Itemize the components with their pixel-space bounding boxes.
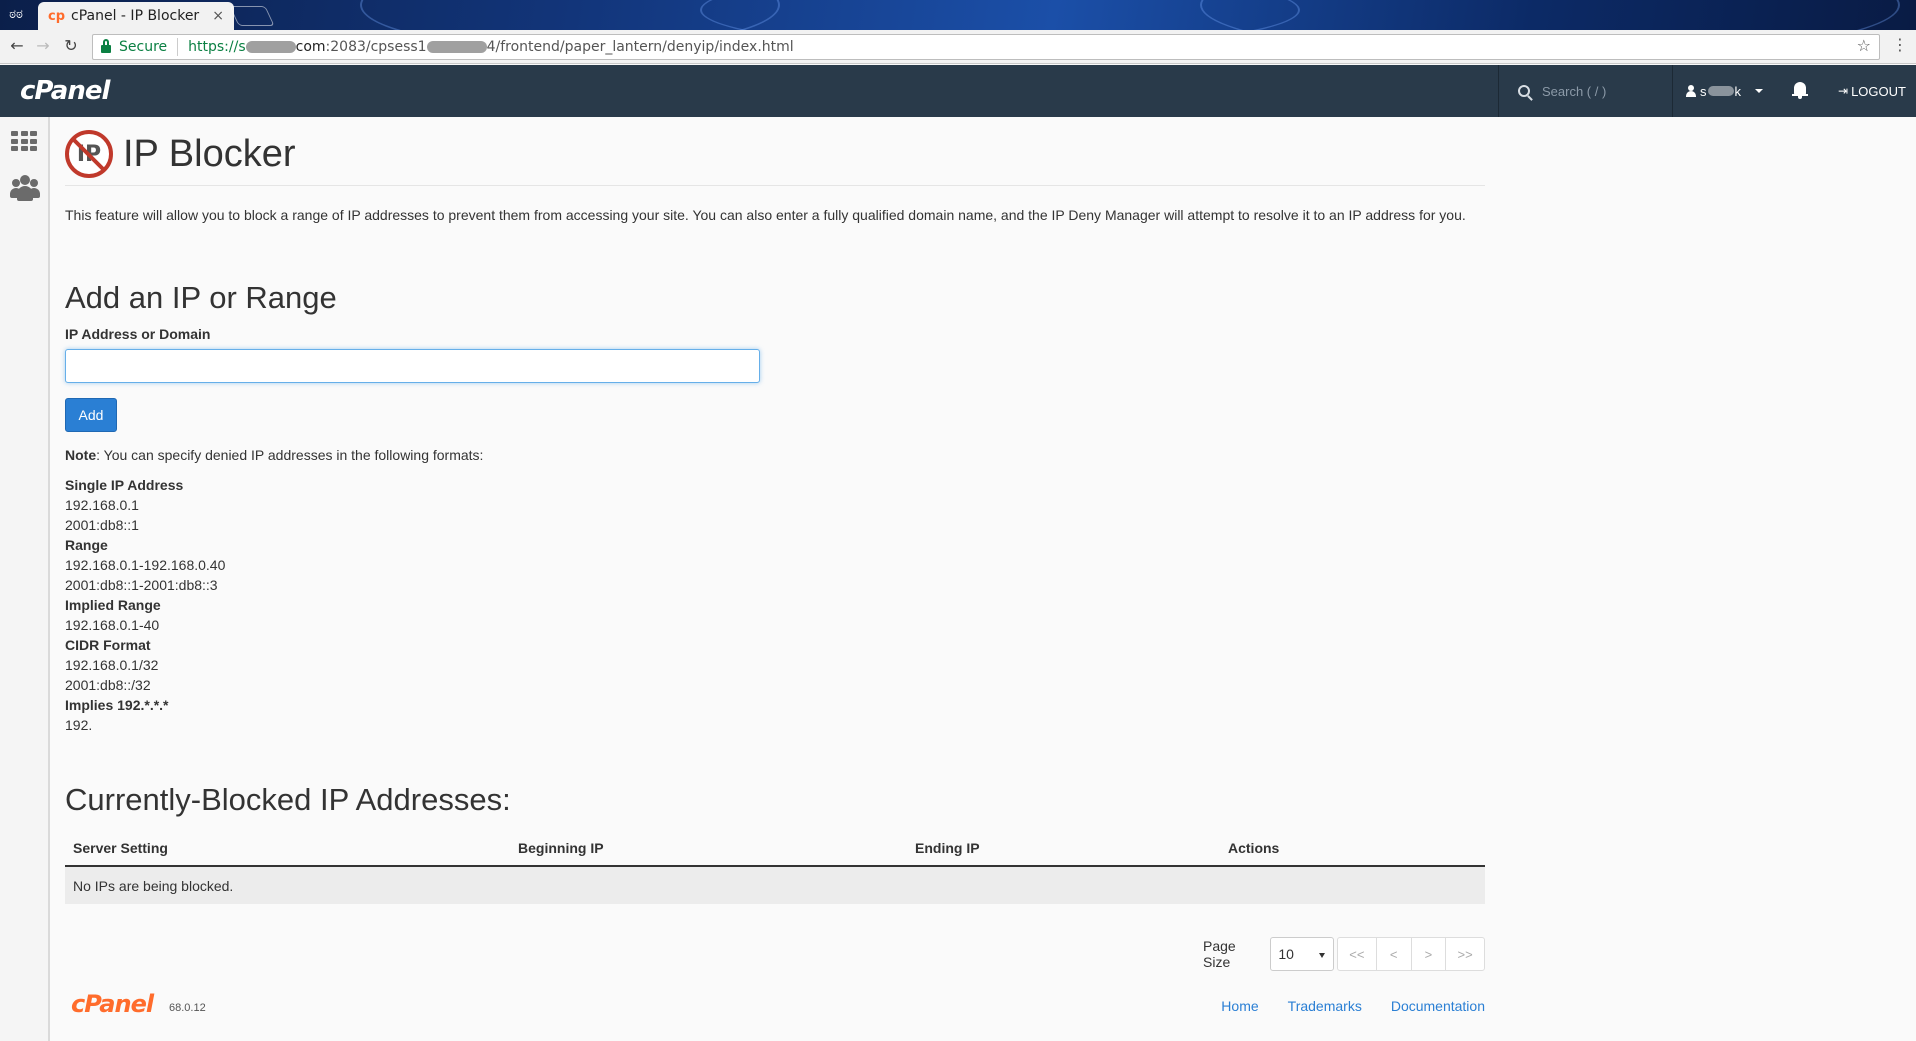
ip-field-label: IP Address or Domain bbox=[65, 326, 211, 342]
footer-cpanel-logo[interactable]: cPanel bbox=[71, 990, 154, 1018]
tab-title: cPanel - IP Blocker bbox=[71, 8, 200, 24]
blocked-heading: Currently-Blocked IP Addresses: bbox=[65, 782, 511, 817]
username-start: s bbox=[1700, 83, 1707, 99]
note-text: Note: You can specify denied IP addresse… bbox=[65, 447, 483, 463]
search-input[interactable] bbox=[1542, 83, 1662, 99]
sidebar bbox=[0, 117, 50, 1041]
format-heading: Implies 192.*.*.* bbox=[65, 697, 169, 713]
format-examples: Single IP Address 192.168.0.1 2001:db8::… bbox=[65, 475, 225, 735]
browser-toolbar: ← → ↻ Secure https://s com:2083/cpsess1 4/… bbox=[0, 30, 1916, 64]
cpanel-favicon-icon: cp bbox=[48, 8, 66, 24]
column-header-beginning-ip[interactable]: Beginning IP bbox=[510, 830, 907, 867]
address-bar[interactable]: Secure https://s com:2083/cpsess1 4/fronte… bbox=[92, 34, 1880, 60]
redacted-block bbox=[426, 41, 487, 53]
new-tab-button[interactable] bbox=[229, 6, 275, 26]
bookmark-star-icon[interactable]: ☆ bbox=[1857, 36, 1871, 55]
format-heading: Single IP Address bbox=[65, 477, 184, 493]
url-domain-end: com bbox=[295, 39, 326, 55]
first-page-button[interactable]: << bbox=[1337, 937, 1377, 971]
users-icon[interactable] bbox=[10, 175, 40, 201]
page-title: IP Blocker bbox=[123, 132, 296, 175]
user-icon bbox=[1686, 85, 1696, 97]
format-example: 2001:db8::/32 bbox=[65, 677, 151, 693]
user-menu[interactable]: sk bbox=[1686, 65, 1763, 117]
username-end: k bbox=[1734, 83, 1742, 99]
redacted-block bbox=[245, 41, 296, 53]
note-body: : You can specify denied IP addresses in… bbox=[96, 447, 484, 463]
blocked-ips-table: Server Setting Beginning IP Ending IP Ac… bbox=[65, 830, 1485, 904]
incognito-icon[interactable]: ಠಠ bbox=[6, 6, 26, 24]
page-size-label: Page Size bbox=[1203, 938, 1236, 970]
reload-icon[interactable]: ↻ bbox=[60, 35, 82, 57]
url-scheme: https://s bbox=[188, 39, 246, 55]
notifications-bell-icon[interactable] bbox=[1792, 82, 1808, 100]
column-header-actions: Actions bbox=[1220, 830, 1485, 867]
add-ip-heading: Add an IP or Range bbox=[65, 280, 337, 315]
format-example: 192. bbox=[65, 717, 93, 733]
last-page-button[interactable]: >> bbox=[1445, 937, 1486, 971]
lock-icon bbox=[101, 38, 111, 53]
tab-close-icon[interactable]: × bbox=[212, 8, 224, 24]
format-example: 2001:db8::1 bbox=[65, 517, 139, 533]
cpanel-logo[interactable]: cPanel bbox=[20, 76, 110, 106]
empty-table-message: No IPs are being blocked. bbox=[65, 866, 1485, 904]
divider bbox=[65, 185, 1485, 186]
logout-icon: ⇥ bbox=[1838, 84, 1849, 98]
page-size-select[interactable]: 10 bbox=[1270, 937, 1335, 971]
url-path: :2083/cpsess1 bbox=[325, 39, 427, 55]
format-heading: Implied Range bbox=[65, 597, 161, 613]
version-text: 68.0.12 bbox=[169, 1002, 206, 1014]
column-header-ending-ip[interactable]: Ending IP bbox=[907, 830, 1220, 867]
format-example: 192.168.0.1 bbox=[65, 497, 139, 513]
browser-menu-icon[interactable]: ⋮ bbox=[1892, 35, 1908, 54]
next-page-button[interactable]: > bbox=[1410, 937, 1447, 971]
table-header-row: Server Setting Beginning IP Ending IP Ac… bbox=[65, 830, 1485, 867]
ip-address-input[interactable] bbox=[65, 349, 760, 383]
logout-button[interactable]: ⇥ LOGOUT bbox=[1838, 65, 1906, 117]
footer-link-home[interactable]: Home bbox=[1221, 998, 1258, 1014]
note-label: Note bbox=[65, 447, 97, 463]
redacted-block bbox=[1707, 86, 1734, 96]
format-example: 192.168.0.1/32 bbox=[65, 657, 159, 673]
chevron-down-icon bbox=[1755, 89, 1763, 93]
format-heading: Range bbox=[65, 537, 108, 553]
page-header: IP IP Blocker bbox=[65, 127, 295, 181]
page-size-value: 10 bbox=[1278, 946, 1294, 962]
page-description: This feature will allow you to block a r… bbox=[65, 207, 1466, 223]
footer-link-documentation[interactable]: Documentation bbox=[1391, 998, 1485, 1014]
format-example: 192.168.0.1-40 bbox=[65, 617, 160, 633]
logout-label: LOGOUT bbox=[1851, 83, 1906, 99]
url-path-end: 4/frontend/paper_lantern/denyip/index.ht… bbox=[486, 39, 794, 55]
search-icon bbox=[1518, 85, 1530, 97]
column-header-server-setting[interactable]: Server Setting bbox=[65, 830, 510, 867]
divider bbox=[177, 38, 179, 56]
format-heading: CIDR Format bbox=[65, 637, 151, 653]
url-text[interactable]: https://s com:2083/cpsess1 4/frontend/pape… bbox=[188, 39, 794, 55]
quick-search[interactable] bbox=[1500, 65, 1670, 117]
browser-tab[interactable]: cp cPanel - IP Blocker × bbox=[38, 2, 234, 30]
divider bbox=[1498, 65, 1499, 117]
back-arrow-icon[interactable]: ← bbox=[6, 35, 28, 57]
divider bbox=[1672, 65, 1673, 117]
pagination: Page Size 10 << < > >> bbox=[1203, 937, 1486, 971]
format-example: 2001:db8::1-2001:db8::3 bbox=[65, 577, 218, 593]
ip-icon-text: IP bbox=[76, 141, 102, 167]
table-row: No IPs are being blocked. bbox=[65, 866, 1485, 904]
add-button[interactable]: Add bbox=[65, 398, 117, 432]
cpanel-header: cPanel sk ⇥ LOGOUT bbox=[0, 65, 1916, 117]
footer-link-trademarks[interactable]: Trademarks bbox=[1288, 998, 1362, 1014]
apps-grid-icon[interactable] bbox=[11, 131, 37, 151]
ip-blocker-icon: IP bbox=[65, 130, 113, 178]
secure-label: Secure bbox=[119, 39, 168, 55]
footer-links: Home Trademarks Documentation bbox=[1221, 998, 1485, 1014]
background-swirl bbox=[1200, 0, 1900, 30]
prev-page-button[interactable]: < bbox=[1375, 937, 1412, 971]
browser-tab-bar: ಠಠ cp cPanel - IP Blocker × bbox=[0, 0, 1916, 30]
format-example: 192.168.0.1-192.168.0.40 bbox=[65, 557, 226, 573]
forward-arrow-icon[interactable]: → bbox=[32, 35, 54, 57]
